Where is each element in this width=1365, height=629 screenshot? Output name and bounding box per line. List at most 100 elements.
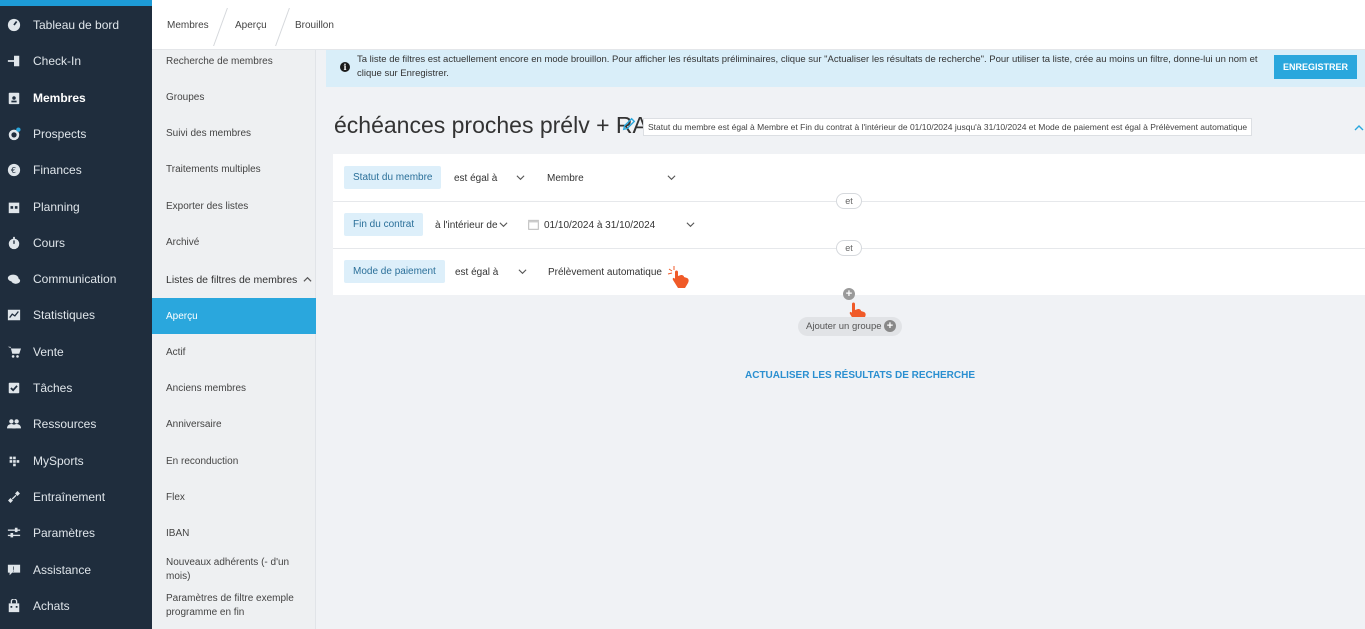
sidebar-item-label: Tâches: [33, 381, 73, 395]
sidebar-item-parametres[interactable]: Paramètres: [0, 517, 152, 549]
sidebar-item-communication[interactable]: Communication: [0, 263, 152, 295]
sidebar-item-label: Entraînement: [33, 490, 106, 504]
page-title: échéances proches prélv + RA: [334, 112, 648, 138]
sidebar-item-label: Assistance: [33, 563, 92, 577]
click-hand-icon: [667, 266, 689, 288]
id-card-icon: [7, 91, 21, 105]
chevron-down-icon[interactable]: [686, 220, 695, 229]
subnav-item-suivi[interactable]: Suivi des membres: [152, 122, 316, 145]
chevron-down-icon[interactable]: [499, 220, 508, 229]
filter-value[interactable]: 01/10/2024 à 31/10/2024: [544, 220, 655, 231]
grid-icon: [7, 454, 21, 468]
subnav-list-anniversaire[interactable]: Anniversaire: [152, 413, 316, 436]
subnav-list-anciens-membres[interactable]: Anciens membres: [152, 377, 316, 400]
filter-operator[interactable]: est égal à: [454, 173, 497, 184]
chevron-down-icon[interactable]: [516, 173, 525, 182]
section-header-label: Listes de filtres de membres: [166, 273, 298, 286]
sidebar-item-label: Planning: [33, 200, 80, 214]
subnav-item-groupes[interactable]: Groupes: [152, 86, 316, 109]
sidebar-item-label: Finances: [33, 163, 82, 177]
cart-icon: [7, 345, 21, 359]
euro-icon: €: [7, 163, 21, 177]
chart-icon: [7, 308, 21, 322]
subnav-list-parametres-filtre[interactable]: Paramètres de filtre exemple programme e…: [152, 592, 316, 620]
sidebar-item-finances[interactable]: € Finances: [0, 154, 152, 186]
info-icon: i: [340, 62, 350, 72]
add-group-button[interactable]: Ajouter un groupe +: [798, 317, 902, 336]
plus-icon: +: [884, 320, 896, 332]
sidebar-item-achats[interactable]: Achats: [0, 590, 152, 622]
filter-field-chip[interactable]: Mode de paiement: [344, 260, 445, 283]
sidebar-item-label: Cours: [33, 236, 66, 250]
calendar-icon: [7, 200, 21, 214]
subnav-list-reconduction[interactable]: En reconduction: [152, 450, 316, 473]
subnav-list-nouveaux-adherents[interactable]: Nouveaux adhérents (- d'un mois): [152, 556, 316, 586]
sidebar-item-prospects[interactable]: Prospects: [0, 118, 152, 150]
dumbbell-icon: [7, 490, 21, 504]
stopwatch-icon: [7, 236, 21, 250]
draft-info-banner: i Ta liste de filtres est actuellement e…: [326, 50, 1365, 87]
sidebar-item-label: Check-In: [33, 54, 82, 68]
filter-value[interactable]: Membre: [547, 173, 584, 184]
add-filter-plus-button[interactable]: +: [843, 288, 855, 300]
sidebar-item-taches[interactable]: Tâches: [0, 372, 152, 404]
breadcrumb: Membres Aperçu Brouillon: [152, 0, 1365, 50]
sidebar-item-vente[interactable]: Vente: [0, 336, 152, 368]
svg-text:!: !: [12, 565, 15, 573]
sidebar-item-entrainement[interactable]: Entraînement: [0, 481, 152, 513]
sidebar-item-assistance[interactable]: ! Assistance: [0, 554, 152, 586]
subnav-item-traitements[interactable]: Traitements multiples: [152, 158, 316, 181]
sidebar-item-check-in[interactable]: Check-In: [0, 45, 152, 77]
filter-operator[interactable]: est égal à: [455, 267, 498, 278]
filter-operator[interactable]: à l'intérieur de: [435, 220, 498, 231]
chevron-up-icon: [303, 276, 312, 282]
pencil-icon[interactable]: [622, 117, 636, 131]
subnav-section-filter-lists[interactable]: Listes de filtres de membres: [152, 268, 316, 291]
subnav-item-recherche[interactable]: Recherche de membres: [152, 50, 316, 73]
breadcrumb-brouillon: Brouillon: [295, 20, 334, 31]
sidebar-item-label: Achats: [33, 599, 70, 613]
chevron-up-icon[interactable]: [1354, 123, 1364, 133]
sliders-icon: [7, 526, 21, 540]
sidebar-item-label: Tableau de bord: [33, 18, 120, 32]
filter-group: Statut du membre est égal à Membre et Fi…: [333, 154, 1365, 295]
filter-field-chip[interactable]: Statut du membre: [344, 166, 442, 189]
sidebar-top-strip: [0, 0, 152, 6]
sidebar-item-label: Statistiques: [33, 308, 96, 322]
chevron-down-icon[interactable]: [667, 173, 676, 182]
help-chat-icon: !: [7, 563, 21, 577]
breadcrumb-membres[interactable]: Membres: [167, 20, 209, 31]
sidebar-item-membres[interactable]: Membres: [0, 82, 152, 114]
sidebar-item-tableau-de-bord[interactable]: Tableau de bord: [0, 9, 152, 41]
gauge-icon: [7, 18, 21, 32]
main-content: i Ta liste de filtres est actuellement e…: [316, 50, 1365, 629]
chevron-down-icon[interactable]: [518, 267, 527, 276]
breadcrumb-separator: [275, 8, 290, 46]
filter-field-chip[interactable]: Fin du contrat: [344, 213, 424, 236]
sidebar-item-label: MySports: [33, 454, 84, 468]
sidebar-item-planning[interactable]: Planning: [0, 191, 152, 223]
filter-value[interactable]: Prélèvement automatique: [548, 267, 662, 278]
sidebar-item-mysports[interactable]: MySports: [0, 445, 152, 477]
sidebar-item-statistiques[interactable]: Statistiques: [0, 299, 152, 331]
subnav-item-exporter[interactable]: Exporter des listes: [152, 195, 316, 218]
sidebar-item-label: Prospects: [33, 127, 87, 141]
subnav-list-actif[interactable]: Actif: [152, 341, 316, 364]
sidebar-item-label: Vente: [33, 345, 64, 359]
subnav-list-flex[interactable]: Flex: [152, 486, 316, 509]
chat-icon: [7, 272, 21, 286]
filter-summary: Statut du membre est égal à Membre et Fi…: [643, 118, 1253, 136]
subnav-list-apercu[interactable]: Aperçu: [152, 298, 316, 334]
subnav-list-iban[interactable]: IBAN: [152, 522, 316, 545]
subnav-item-archive[interactable]: Archivé: [152, 231, 316, 254]
sidebar-item-label: Communication: [33, 272, 117, 286]
add-group-label: Ajouter un groupe: [806, 321, 882, 332]
sidebar-item-ressources[interactable]: Ressources: [0, 408, 152, 440]
save-button[interactable]: ENREGISTRER: [1274, 55, 1357, 79]
sidebar-item-cours[interactable]: Cours: [0, 227, 152, 259]
main-sidebar: Tableau de bord Check-In Membres Prospec…: [0, 0, 152, 629]
login-icon: [7, 54, 21, 68]
refresh-results-link[interactable]: ACTUALISER LES RÉSULTATS DE RECHERCHE: [745, 370, 975, 381]
checkbox-icon: [7, 381, 21, 395]
breadcrumb-apercu[interactable]: Aperçu: [235, 20, 267, 31]
